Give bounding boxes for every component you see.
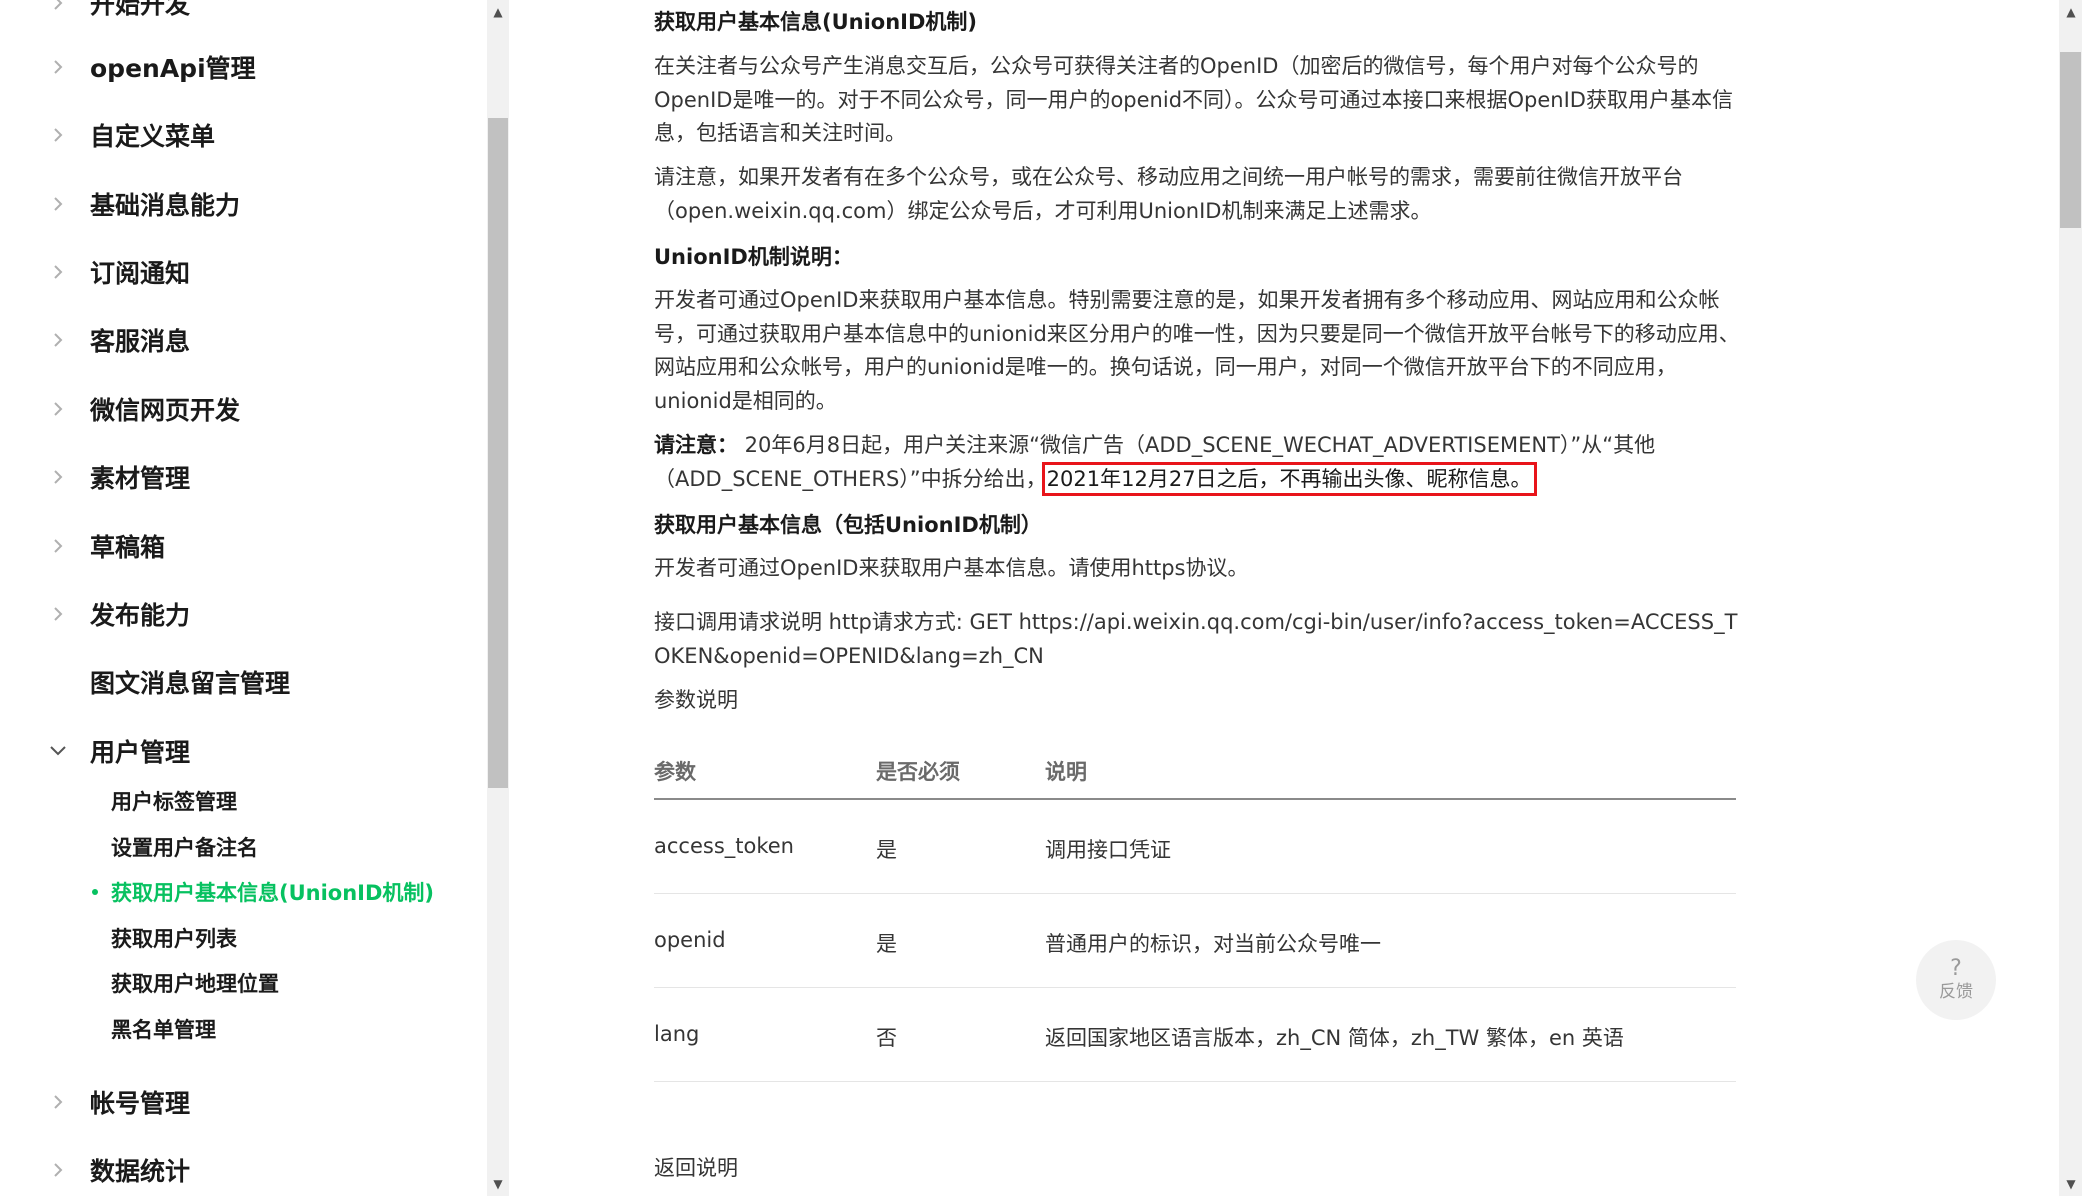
table-cell: 普通用户的标识，对当前公众号唯一: [1045, 932, 1381, 956]
sidebar-item-label: 自定义菜单: [90, 122, 216, 151]
api-description: 接口调用请求说明 http请求方式: GET https://api.weixi…: [654, 610, 1738, 668]
sidebar-item-label: openApi管理: [90, 54, 256, 83]
table-header-cell: 参数: [654, 760, 696, 784]
section-heading: 获取用户基本信息（包括UnionID机制）: [654, 513, 1042, 537]
scroll-down-arrow-icon[interactable]: ▼: [487, 1174, 509, 1194]
sidebar-item-web-dev[interactable]: 微信网页开发: [0, 384, 480, 434]
sidebar-item-label: 客服消息: [90, 327, 191, 356]
chevron-down-icon: [48, 741, 68, 761]
active-dot-icon: [92, 889, 98, 895]
table-cell: 是: [876, 838, 897, 862]
notice-paragraph: 请注意： 20年6月8日起，用户关注来源“微信广告（ADD_SCENE_WECH…: [654, 429, 1744, 496]
chevron-right-icon: [48, 1092, 68, 1112]
highlighted-notice: 2021年12月27日之后，不再输出头像、昵称信息。: [1041, 461, 1537, 496]
sidebar-item-label: 用户管理: [90, 738, 191, 767]
sidebar-subitem-label: 获取用户地理位置: [111, 972, 279, 996]
table-cell: 是: [876, 932, 897, 956]
sidebar-item-start-dev[interactable]: 开始开发: [0, 0, 480, 28]
sidebar-subitem-label: 设置用户备注名: [111, 836, 258, 860]
sidebar-item-account[interactable]: 帐号管理: [0, 1077, 480, 1127]
chevron-right-icon: [48, 536, 68, 556]
sidebar-item-user-management[interactable]: 用户管理: [0, 726, 480, 776]
sidebar-item-publish[interactable]: 发布能力: [0, 589, 480, 639]
sidebar-subitem-label: 黑名单管理: [111, 1018, 216, 1042]
sidebar-subitem-label: 用户标签管理: [111, 790, 237, 814]
page-title: 获取用户基本信息(UnionID机制): [654, 10, 978, 34]
sidebar-subitem-user-info[interactable]: 获取用户基本信息(UnionID机制): [0, 872, 480, 912]
sidebar-subitem-label: 获取用户列表: [111, 927, 237, 951]
table-cell: access_token: [654, 834, 794, 858]
sidebar-scrollbar-thumb[interactable]: [488, 118, 508, 788]
sidebar-item-label: 订阅通知: [90, 259, 191, 288]
sidebar-item-statistics[interactable]: 数据统计: [0, 1145, 480, 1195]
scroll-down-arrow-icon[interactable]: ▼: [2060, 1174, 2082, 1194]
chevron-right-icon: [48, 399, 68, 419]
feedback-label: 反馈: [1939, 982, 1973, 1002]
table-header-cell: 是否必须: [876, 760, 960, 784]
sidebar-item-label: 图文消息留言管理: [90, 669, 291, 698]
sidebar-item-label: 微信网页开发: [90, 396, 241, 425]
sidebar-subitem-user-list[interactable]: 获取用户列表: [0, 918, 480, 958]
sidebar-item-customer-service[interactable]: 客服消息: [0, 315, 480, 365]
sidebar-subitem-location[interactable]: 获取用户地理位置: [0, 963, 480, 1003]
chevron-right-icon: [48, 0, 68, 13]
chevron-right-icon: [48, 262, 68, 282]
sidebar-item-material[interactable]: 素材管理: [0, 452, 480, 502]
sidebar-item-drafts[interactable]: 草稿箱: [0, 521, 480, 571]
sidebar-item-basic-message[interactable]: 基础消息能力: [0, 179, 480, 229]
paragraph: 在关注者与公众号产生消息交互后，公众号可获得关注者的OpenID（加密后的微信号…: [654, 54, 1733, 145]
chevron-right-icon: [48, 604, 68, 624]
feedback-button[interactable]: ? 反馈: [1916, 940, 1996, 1020]
sidebar-item-subscribe[interactable]: 订阅通知: [0, 247, 480, 297]
chevron-right-icon: [48, 57, 68, 77]
chevron-right-icon: [48, 330, 68, 350]
table-header-cell: 说明: [1045, 760, 1087, 784]
sidebar-subitem-user-tags[interactable]: 用户标签管理: [0, 781, 480, 821]
sidebar-item-label: 基础消息能力: [90, 191, 241, 220]
sidebar-item-label: 发布能力: [90, 601, 191, 630]
table-row: lang 否 返回国家地区语言版本，zh_CN 简体，zh_TW 繁体，en 英…: [654, 988, 1736, 1082]
paragraph: 开发者可通过OpenID来获取用户基本信息。特别需要注意的是，如果开发者拥有多个…: [654, 288, 1740, 413]
table-cell: openid: [654, 928, 726, 952]
sidebar-nav: 开始开发 openApi管理 自定义菜单 基础消息能力 订阅通知 客服消息 微信…: [0, 0, 488, 1196]
question-icon: ?: [1950, 956, 1962, 981]
table-cell: 否: [876, 1026, 897, 1050]
chevron-right-icon: [48, 1160, 68, 1180]
return-label: 返回说明: [654, 1156, 738, 1180]
page-scrollbar-thumb[interactable]: [2060, 52, 2081, 228]
sidebar-item-comments[interactable]: 图文消息留言管理: [0, 657, 480, 707]
params-label: 参数说明: [654, 688, 738, 712]
sidebar-subitem-blacklist[interactable]: 黑名单管理: [0, 1009, 480, 1049]
scroll-up-arrow-icon[interactable]: ▲: [487, 2, 509, 22]
sidebar-subitem-label: 获取用户基本信息(UnionID机制): [111, 881, 435, 905]
sidebar-item-label: 开始开发: [90, 0, 191, 19]
paragraph: 开发者可通过OpenID来获取用户基本信息。请使用https协议。: [654, 556, 1249, 580]
sidebar-item-label: 素材管理: [90, 464, 191, 493]
sidebar-item-openapi[interactable]: openApi管理: [0, 42, 480, 92]
table-header: 参数 是否必须 说明: [654, 742, 1736, 800]
sidebar-item-custom-menu[interactable]: 自定义菜单: [0, 110, 480, 160]
sidebar-subitem-remark[interactable]: 设置用户备注名: [0, 827, 480, 867]
chevron-right-icon: [48, 194, 68, 214]
table-row: access_token 是 调用接口凭证: [654, 800, 1736, 894]
table-cell: lang: [654, 1022, 700, 1046]
table-row: openid 是 普通用户的标识，对当前公众号唯一: [654, 894, 1736, 988]
params-table: 参数 是否必须 说明 access_token 是 调用接口凭证 openid …: [654, 742, 1736, 1082]
paragraph: 请注意，如果开发者有在多个公众号，或在公众号、移动应用之间统一用户帐号的需求，需…: [654, 165, 1683, 223]
sidebar-item-label: 数据统计: [90, 1157, 191, 1186]
notice-label: 请注意：: [654, 433, 738, 457]
table-cell: 调用接口凭证: [1045, 838, 1171, 862]
sidebar-item-label: 草稿箱: [90, 533, 166, 562]
scroll-up-arrow-icon[interactable]: ▲: [2060, 2, 2082, 22]
table-cell: 返回国家地区语言版本，zh_CN 简体，zh_TW 繁体，en 英语: [1045, 1026, 1624, 1050]
chevron-right-icon: [48, 467, 68, 487]
doc-content: 获取用户基本信息(UnionID机制) 在关注者与公众号产生消息交互后，公众号可…: [509, 0, 2059, 1196]
chevron-right-icon: [48, 125, 68, 145]
section-heading: UnionID机制说明：: [654, 245, 853, 269]
sidebar-item-label: 帐号管理: [90, 1089, 191, 1118]
